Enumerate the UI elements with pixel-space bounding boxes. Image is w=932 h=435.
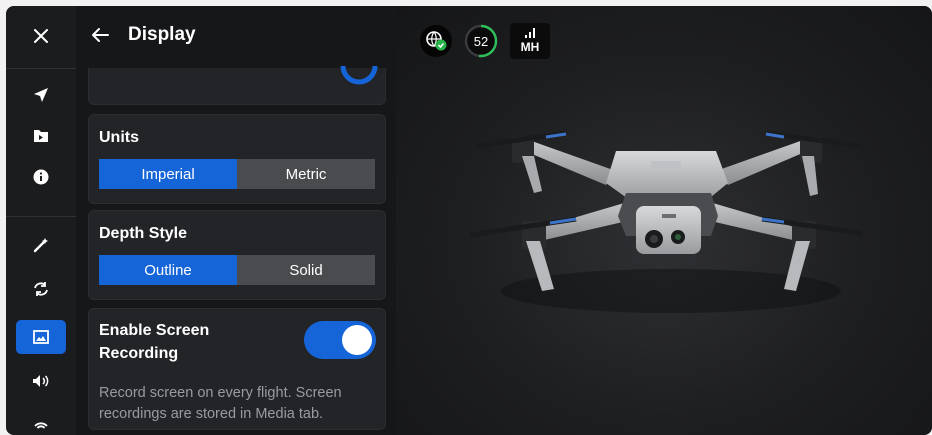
folder-icon <box>34 130 48 142</box>
units-label: Units <box>99 129 139 146</box>
rail-divider <box>6 216 76 217</box>
screen-recording-label: Enable Screen Recording <box>99 322 210 362</box>
signal-status[interactable]: MH <box>510 23 550 59</box>
wifi-icon <box>34 422 48 429</box>
rail-item-files[interactable] <box>16 119 66 153</box>
sync-icon <box>34 282 48 296</box>
rail-divider <box>6 68 76 69</box>
toggle-knob <box>342 325 372 355</box>
close-icon <box>34 29 48 43</box>
units-card: Units Imperial Metric <box>88 114 386 204</box>
signal-label: MH <box>520 40 540 54</box>
back-button[interactable] <box>88 23 112 47</box>
rail-item-display[interactable] <box>16 320 66 354</box>
units-option-imperial[interactable]: Imperial <box>99 159 237 189</box>
battery-status[interactable]: 52 <box>462 23 500 59</box>
rail-item-sync[interactable] <box>16 272 66 306</box>
wand-icon <box>33 238 48 253</box>
depth-style-option-outline[interactable]: Outline <box>99 255 237 285</box>
units-option-metric[interactable]: Metric <box>237 159 375 189</box>
volume-icon <box>33 375 49 387</box>
screen-recording-toggle[interactable] <box>304 321 376 359</box>
info-icon <box>33 169 49 185</box>
depth-style-selector: Outline Solid <box>99 255 375 285</box>
rail-item-navigation[interactable] <box>16 78 66 112</box>
depth-style-card: Depth Style Outline Solid <box>88 210 386 300</box>
toggle-edge-icon <box>340 65 378 85</box>
page-title: Display <box>128 24 196 45</box>
gps-status[interactable] <box>418 23 454 59</box>
units-selector: Imperial Metric <box>99 159 375 189</box>
rail-item-tools[interactable] <box>16 228 66 262</box>
battery-percent: 52 <box>473 33 489 49</box>
previous-setting-card <box>88 65 386 105</box>
rail-item-wireless[interactable] <box>16 406 66 435</box>
close-button[interactable] <box>6 16 76 56</box>
signal-bars-icon <box>525 28 535 38</box>
app-window: Display Units Imperial Metric Depth Styl… <box>6 6 932 435</box>
screen-recording-description: Record screen on every flight. Screen re… <box>99 385 342 422</box>
display-icon <box>33 330 49 344</box>
icon-rail <box>6 6 77 435</box>
globe-check-icon <box>420 25 452 57</box>
panel-header: Display <box>76 6 396 64</box>
drone-viewport: 52 MH <box>396 6 932 435</box>
navigation-arrow-icon <box>34 88 48 102</box>
back-arrow-icon <box>92 28 109 42</box>
depth-style-option-solid[interactable]: Solid <box>237 255 375 285</box>
rail-item-info[interactable] <box>16 160 66 194</box>
settings-panel: Display Units Imperial Metric Depth Styl… <box>76 6 396 435</box>
rail-item-sound[interactable] <box>16 364 66 398</box>
depth-style-label: Depth Style <box>99 225 188 242</box>
screen-recording-card: Enable Screen Recording Record screen on… <box>88 308 386 430</box>
drone-image <box>469 130 863 313</box>
